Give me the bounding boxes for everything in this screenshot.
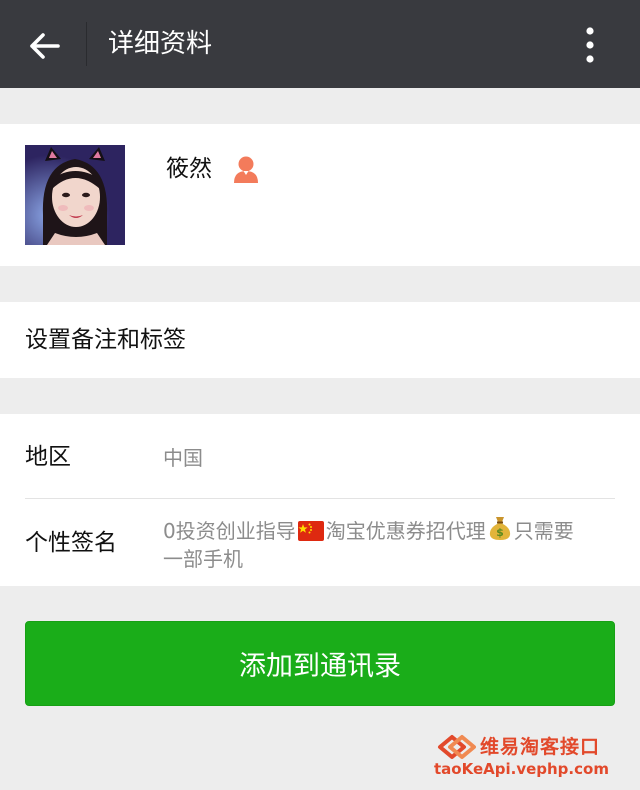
avatar-photo bbox=[25, 145, 125, 245]
watermark-logo-icon bbox=[438, 735, 476, 759]
money-bag-icon: $ bbox=[489, 517, 510, 540]
avatar[interactable] bbox=[25, 145, 125, 245]
page-title: 详细资料 bbox=[108, 29, 213, 59]
remark-and-tags-row[interactable]: 设置备注和标签 bbox=[0, 302, 640, 378]
watermark: 维易淘客接口 taoKeApi.vephp.com bbox=[432, 731, 622, 781]
svg-text:$: $ bbox=[496, 526, 504, 539]
signature-text-1: 0投资创业指导 bbox=[163, 519, 296, 543]
arrow-left-icon bbox=[30, 33, 60, 59]
signature-text-2: 淘宝优惠券招代理 bbox=[325, 519, 486, 543]
nickname: 筱然 bbox=[166, 156, 212, 182]
top-bar: 详细资料 bbox=[0, 0, 640, 88]
info-card: 地区 中国 个性签名 0投资创业指导 淘宝优惠券招代理 $ 只需要一部手机 bbox=[0, 414, 640, 586]
profile-card: 筱然 bbox=[0, 124, 640, 266]
watermark-url: taoKeApi.vephp.com bbox=[434, 760, 609, 778]
more-button[interactable] bbox=[570, 22, 610, 68]
add-to-contacts-button[interactable]: 添加到通讯录 bbox=[25, 621, 615, 706]
back-button[interactable] bbox=[22, 24, 66, 68]
region-value: 中国 bbox=[163, 446, 203, 470]
more-vertical-icon bbox=[586, 27, 594, 63]
watermark-name: 维易淘客接口 bbox=[480, 736, 601, 758]
remark-label: 设置备注和标签 bbox=[25, 327, 186, 353]
china-flag-icon bbox=[297, 521, 324, 541]
region-label: 地区 bbox=[25, 444, 71, 470]
female-person-icon bbox=[234, 156, 258, 183]
header-divider bbox=[86, 22, 87, 66]
row-divider bbox=[25, 498, 615, 499]
signature-label: 个性签名 bbox=[25, 530, 117, 556]
signature-text-3: 只需要 bbox=[513, 519, 574, 543]
signature-text-4: 一部手机 bbox=[163, 547, 243, 571]
signature-value: 0投资创业指导 淘宝优惠券招代理 $ 只需要一部手机 bbox=[163, 515, 613, 573]
